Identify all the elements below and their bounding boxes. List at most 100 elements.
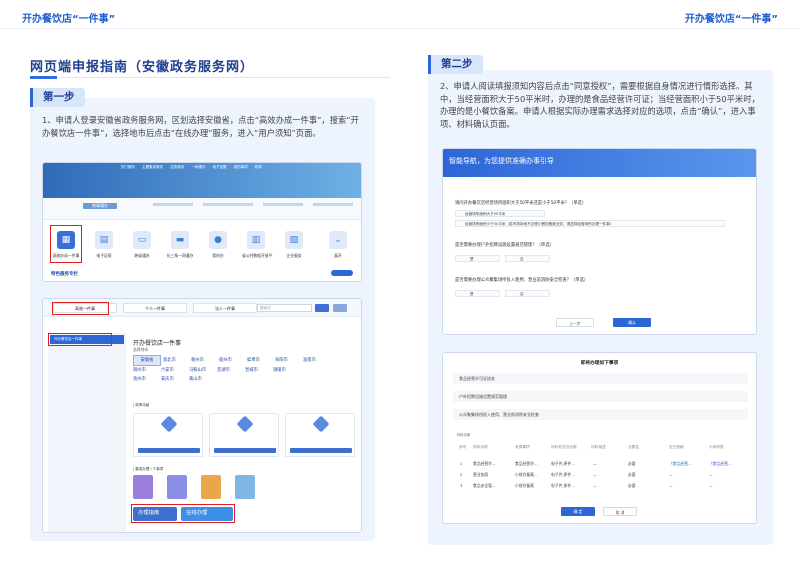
col-header: 示例样表 [709,445,724,449]
search-button[interactable] [315,304,329,312]
featured-more-button[interactable] [331,270,353,276]
table-cell: 小餐饮备案... [515,472,538,477]
materials-heading: 材料清单 [457,433,471,437]
document-icon[interactable]: ▧ [285,231,303,249]
wizard-banner-text: 智能导航，为您提供准确办事引导 [449,157,554,165]
confirm-button[interactable]: 确认 [613,318,651,327]
city-option[interactable]: 淮北市 [163,356,191,365]
sample-link[interactable]: 《食品经营... [709,461,732,467]
stat-card [209,413,279,457]
table-cell: 必要 [628,483,636,488]
service-label[interactable]: 长三角一网通办 [166,253,194,259]
city-option[interactable]: 安徽省 [133,355,161,366]
q2-yes[interactable]: 是 [455,255,500,262]
table-cell: 电子件,原件... [551,472,575,477]
col-header: 来源事项 [515,445,530,449]
portal-nav-item[interactable]: 一网通办 [191,165,205,169]
table-cell: — [669,472,673,477]
option-over-50[interactable]: 经营场所面积大于50平米 [455,210,545,217]
q3-no[interactable]: 否 [505,290,550,297]
portal-nav-item[interactable]: 机构 [255,165,262,169]
city-option[interactable]: 亳州市 [191,356,219,365]
city-option[interactable]: 滁州市 [133,366,161,375]
city-option[interactable]: 池州市 [133,375,161,384]
q2-no[interactable]: 否 [505,255,550,262]
stat-card [285,413,355,457]
q3-yes[interactable]: 是 [455,290,500,297]
highlight-box [48,333,112,346]
col-header: 材料描述 [591,445,606,449]
city-option[interactable]: 黄山市 [189,375,217,384]
card-button[interactable] [138,448,200,453]
tile-fire-safety[interactable] [235,475,255,499]
list-confirm-button[interactable]: 确 定 [561,507,595,516]
question-1: 请问开办餐饮店经营场所面积大于50平米还是小于50平米？（单选） [455,201,587,206]
prev-button[interactable]: 上一步 [556,318,594,327]
tile-signboard[interactable] [201,475,221,499]
question-2: 是否需要办理户外招牌设施设置规范管理？（单选） [455,243,554,248]
stat-cards [133,413,355,461]
monitor-icon[interactable]: ▭ [133,231,151,249]
wizard-screenshot: 智能导航，为您提供准确办事引导 请问开办餐饮店经营场所面积大于50平米还是小于5… [442,148,757,335]
card-button[interactable] [214,448,276,453]
tab-personal[interactable]: 个人一件事 [123,303,187,313]
info-line [153,203,193,206]
service-label[interactable]: 电子证照 [90,253,118,259]
portal-nav-item[interactable]: 应急服务 [170,165,184,169]
chevron-down-icon[interactable]: ⌄ [329,231,347,249]
section-efficiency: | 效率评级 [133,403,150,407]
portal-nav-item[interactable]: 热门服务 [121,165,135,169]
city-option[interactable]: 六安市 [161,366,189,375]
city-option[interactable]: 芜湖市 [217,366,245,375]
list-cancel-button[interactable]: 取 消 [603,507,637,516]
col-header: 材料形式及份数 [551,445,577,449]
service-label[interactable]: 我的办 [204,253,232,259]
table-cell: 必要 [628,461,636,466]
city-option[interactable]: 铜陵市 [273,366,301,375]
service-label[interactable]: 跨省通办 [128,253,156,259]
service-label[interactable]: 企业服务 [280,253,308,259]
city-option[interactable]: 蚌埠市 [247,356,275,365]
col-header: 序号 [459,445,467,449]
col-header: 必要性 [628,445,640,449]
highlight-box [52,302,109,315]
items-screenshot: 即将办理如下事项 食品经营许可证核发 户外招牌设施设置规范管理 公众聚集场所投入… [442,352,757,524]
section-title: 网页端申报指南（安徽政务服务网） [30,60,255,75]
city-option[interactable]: 淮南市 [303,356,331,365]
table-cell: — [593,472,597,477]
service-label[interactable]: 展开 [324,253,352,259]
portal-nav-item[interactable]: 主题集成服务 [142,165,163,169]
option-under-50[interactable]: 经营场所面积小于50平米（若市场场地不办理小餐饮备案业务，请选择经营场所办理一件… [455,220,725,227]
portal-screenshot: 热门服务 主题集成服务 应急服务 一网通办 电子证照 我的事项 机构 皖事通办 … [42,162,362,282]
blank-form-link[interactable]: 《食品经营... [669,461,692,467]
city-option[interactable]: 马鞍山市 [189,366,217,375]
portal-nav-item[interactable]: 电子证照 [213,165,227,169]
search-input[interactable]: 搜索词 [257,304,312,312]
id-card-icon[interactable]: ▤ [95,231,113,249]
stat-card [133,413,203,457]
table-cell: 2 [460,472,463,477]
portal-nav-item[interactable]: 我的事项 [234,165,248,169]
tile-food-license[interactable] [133,475,153,499]
city-option[interactable]: 安庆市 [161,375,189,384]
city-option[interactable]: 宿州市 [219,356,247,365]
item-row: 户外招牌设施设置规范管理 [453,391,748,402]
diamond-icon [160,415,178,433]
desktop-icon[interactable]: ▬ [171,231,189,249]
reset-button[interactable] [333,304,347,312]
service-label[interactable]: 省公共数据开放平 [242,253,272,259]
city-option[interactable]: 宣城市 [245,366,273,375]
item-row: 食品经营许可证核发 [453,373,748,384]
building-icon[interactable]: ▥ [247,231,265,249]
section-integrated: | 集成办理 / 个事项 [133,467,164,471]
city-option[interactable]: 阜阳市 [275,356,303,365]
tab-corporate[interactable]: 法人一件事 [193,303,257,313]
items-title: 即将办理如下事项 [580,361,619,366]
table-cell: 3 [460,483,463,488]
card-button[interactable] [290,448,352,453]
user-icon[interactable]: ● [209,231,227,249]
wizard-banner: 智能导航，为您提供准确办事引导 [443,149,756,177]
table-cell: 食品经营许... [515,461,538,466]
selector-content: 开办餐饮店一件事 选择地市 安徽省 淮北市 亳州市 宿州市 蚌埠市 阜阳市 淮南市 滁州市 六安… [129,333,359,531]
tile-small-food[interactable] [167,475,187,499]
